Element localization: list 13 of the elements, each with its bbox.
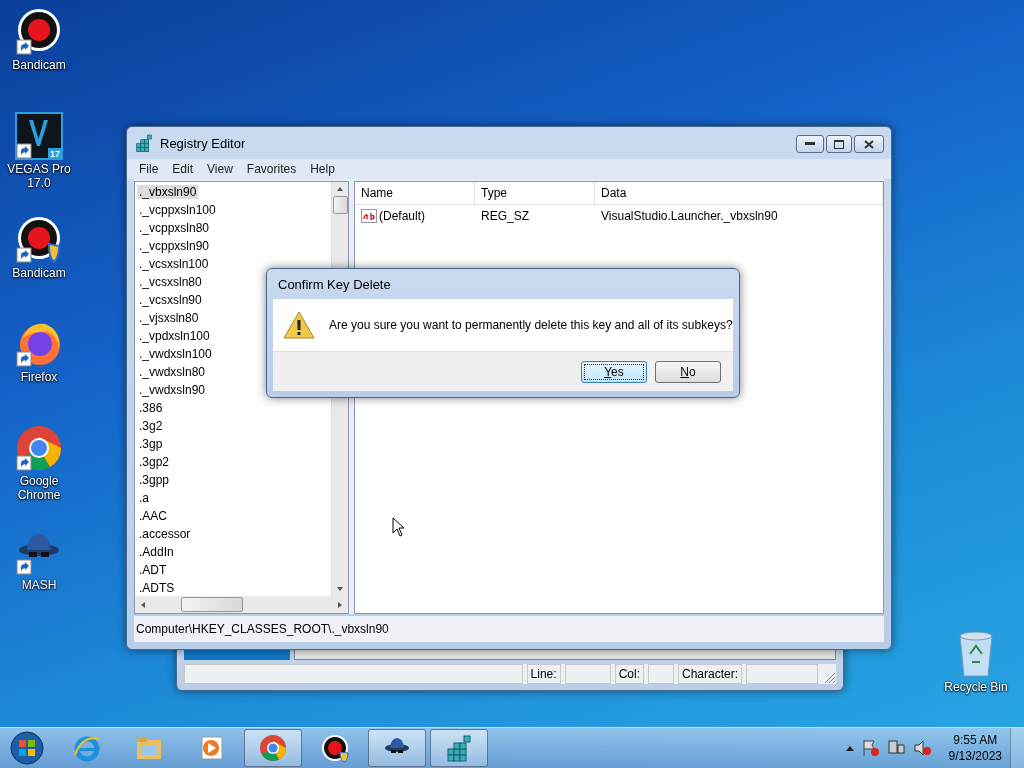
window-title: Registry Editor — [160, 135, 247, 151]
dialog-message: Are you sure you want to permanently delete this key and all of its subkeys? — [329, 318, 733, 332]
status-bar-path: Computer\HKEY_CLASSES_ROOT\._vbxsln90 — [136, 622, 390, 636]
status-label: Col: — [614, 664, 644, 684]
clock-date: 9/13/2023 — [948, 748, 1002, 764]
table-cell: (Default) — [355, 209, 475, 223]
letter-tile-icon: 17 — [15, 112, 63, 160]
dialog-title: Confirm Key Delete — [277, 275, 392, 294]
table-cell-text: REG_SZ — [480, 209, 530, 223]
status-label: Character: — [677, 664, 742, 684]
status-label: Line: — [526, 664, 561, 684]
table-cell-text: VisualStudio.Launcher._vbxsln90 — [600, 209, 779, 223]
clock-time: 9:55 AM — [953, 732, 998, 748]
